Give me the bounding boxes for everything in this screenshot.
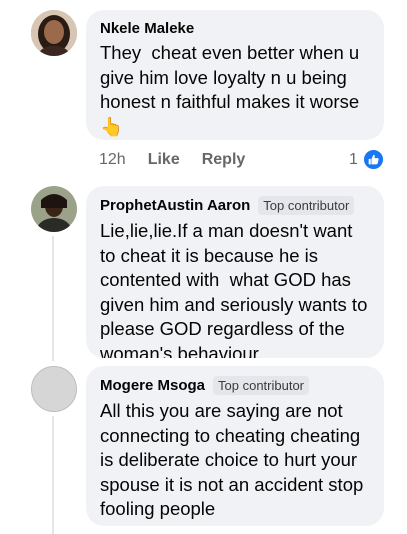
comment-author[interactable]: Nkele Maleke [100, 20, 194, 37]
avatar[interactable] [31, 366, 77, 412]
comment-text: They cheat even better when u give him l… [100, 42, 365, 137]
profile-photo-icon [32, 367, 76, 411]
comment-text: All this you are saying are not connecti… [100, 400, 369, 519]
comment-author[interactable]: ProphetAustin Aaron [100, 197, 250, 214]
comment-bubble: Nkele Maleke They cheat even better when… [86, 10, 384, 140]
comment-text: Lie,lie,lie.If a man doesn't want to che… [100, 220, 373, 358]
like-reaction-icon [361, 148, 385, 171]
avatar[interactable] [31, 10, 77, 56]
comment-timestamp[interactable]: 12h [99, 151, 126, 169]
thread-line [52, 416, 54, 534]
reaction-count: 1 [349, 150, 358, 168]
reply-button[interactable]: Reply [202, 151, 246, 169]
comment-bubble: Mogere Msoga Top contributor All this yo… [86, 366, 384, 526]
profile-photo-icon [31, 186, 77, 232]
comment-actions: 12h Like Reply [99, 151, 245, 169]
comment-bubble: ProphetAustin Aaron Top contributor Lie,… [86, 186, 384, 358]
comment-author[interactable]: Mogere Msoga [100, 377, 205, 394]
thread-line [52, 236, 54, 361]
top-contributor-badge: Top contributor [213, 376, 310, 395]
like-button[interactable]: Like [148, 151, 180, 169]
avatar[interactable] [31, 186, 77, 232]
reaction-summary[interactable]: 1 [349, 148, 385, 171]
profile-photo-icon [31, 10, 77, 56]
top-contributor-badge: Top contributor [258, 196, 355, 215]
